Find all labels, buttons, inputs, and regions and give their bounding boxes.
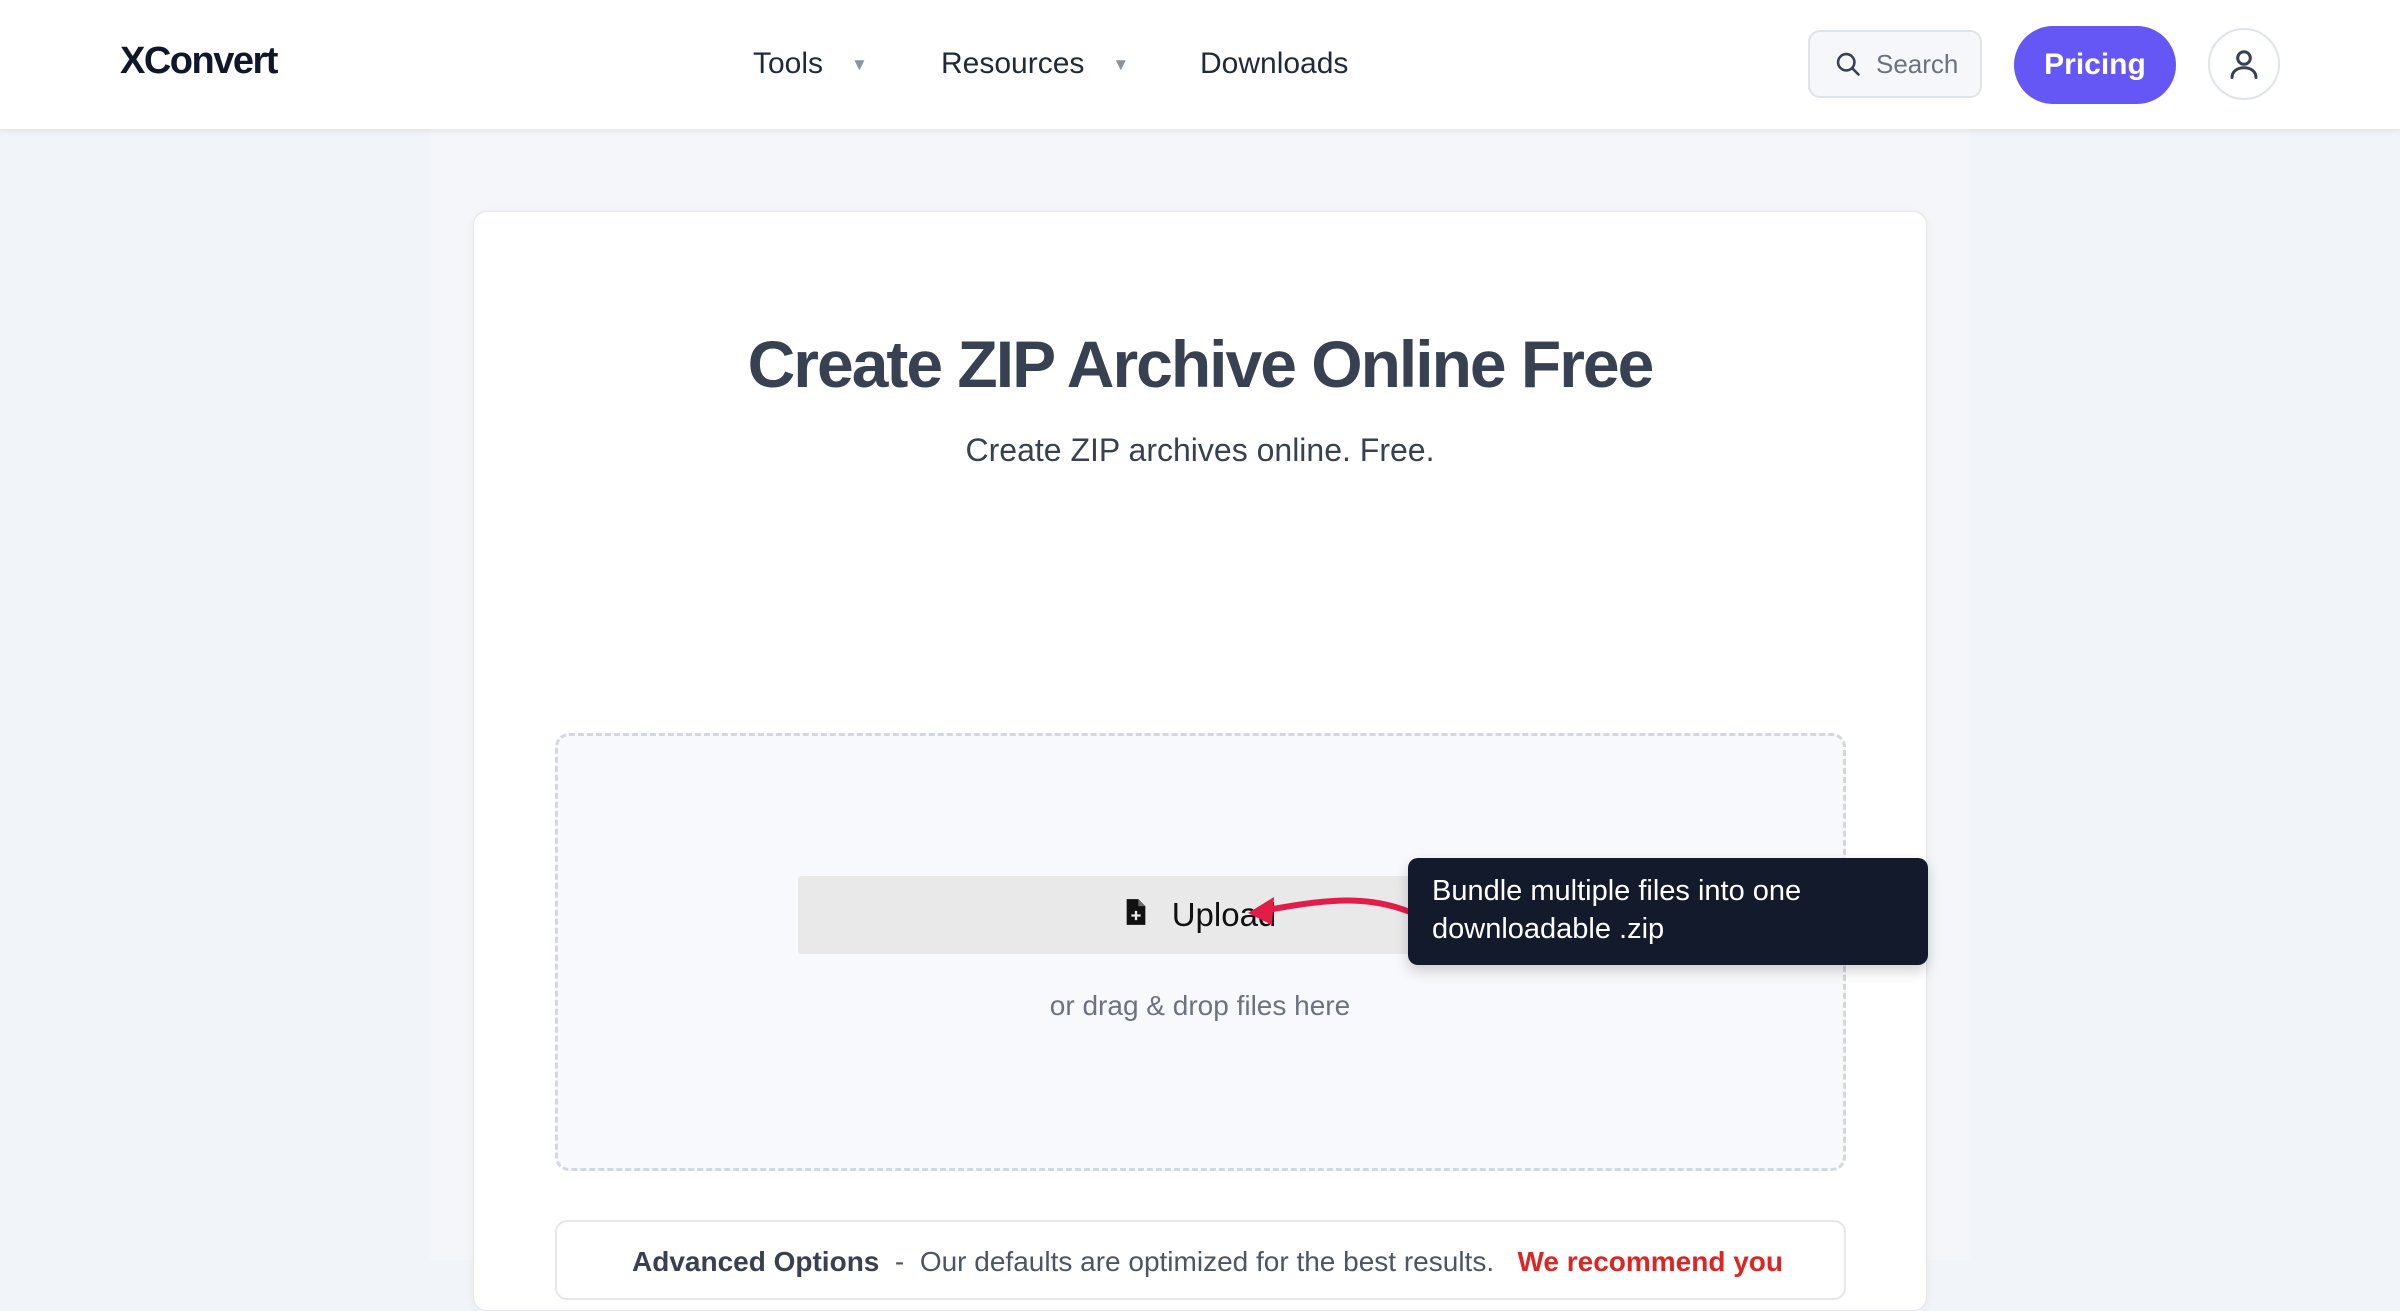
chevron-down-icon: ▼ [851, 55, 868, 74]
advanced-options-description: Our defaults are optimized for the best … [919, 1246, 1495, 1277]
chevron-down-icon: ▼ [1112, 55, 1130, 74]
nav-resources[interactable]: Resources ▼ [941, 44, 1129, 84]
advanced-options-text: Advanced Options - Our defaults are opti… [632, 1246, 1784, 1277]
search-label: Search [1876, 48, 1959, 79]
pricing-button[interactable]: Pricing [2014, 26, 2176, 104]
nav-tools-label: Tools [753, 47, 824, 80]
nav-resources-label: Resources [941, 47, 1085, 80]
top-header: XConvert Tools ▼ Resources ▼ Downloads S… [0, 0, 2400, 129]
feature-tooltip: Bundle multiple files into one downloada… [1408, 858, 1928, 965]
advanced-options-warning: We recommend you [1517, 1246, 1784, 1277]
file-add-icon [1126, 899, 1146, 925]
drag-drop-hint: or drag & drop files here [1049, 990, 1351, 1021]
logo[interactable]: XConvert [120, 40, 278, 83]
page-title: Create ZIP Archive Online Free [747, 327, 1655, 401]
advanced-options-label: Advanced Options [632, 1246, 880, 1277]
nav-downloads[interactable]: Downloads [1200, 44, 1348, 84]
tooltip-arrow-icon [1248, 897, 1413, 925]
nav-downloads-label: Downloads [1200, 47, 1349, 80]
nav-tools[interactable]: Tools ▼ [753, 44, 868, 84]
user-icon [2230, 50, 2258, 79]
user-account-button[interactable] [2208, 28, 2280, 100]
page-subtitle: Create ZIP archives online. Free. [965, 432, 1435, 468]
search-button[interactable]: Search [1808, 30, 1982, 98]
search-icon [1836, 52, 1860, 76]
